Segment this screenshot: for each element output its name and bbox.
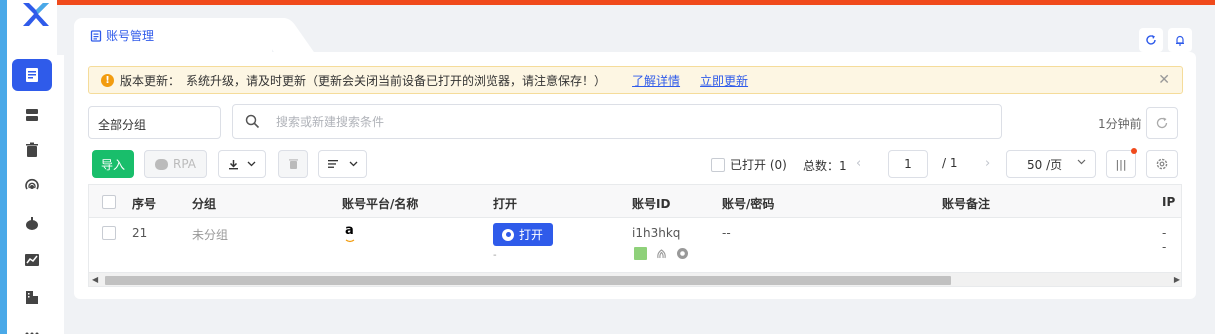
bell-icon[interactable]	[1168, 28, 1192, 52]
warning-icon: !	[101, 73, 114, 87]
refresh-icon	[1156, 117, 1168, 129]
col-header-group[interactable]: 分组	[192, 195, 216, 212]
col-header-credentials[interactable]: 账号/密码	[722, 195, 774, 212]
rpa-button[interactable]: RPA	[144, 150, 207, 178]
refresh-button[interactable]	[1146, 107, 1178, 139]
row-ip-line1: -	[1162, 226, 1167, 240]
search-icon	[245, 114, 260, 129]
nav-server-icon[interactable]	[12, 99, 52, 131]
page-number-input[interactable]: 1	[888, 150, 928, 178]
col-header-ip[interactable]: IP	[1162, 195, 1175, 209]
opened-filter[interactable]: 已打开 (0)	[711, 156, 787, 173]
last-refresh-time: 1分钟前	[1098, 117, 1142, 131]
col-header-index[interactable]: 序号	[132, 195, 156, 212]
scroll-left-icon[interactable]: ◀	[92, 275, 98, 284]
close-icon[interactable]: ✕	[1158, 72, 1170, 88]
amazon-smile-icon	[345, 239, 355, 243]
rpa-label: RPA	[172, 157, 196, 171]
page-total: / 1	[942, 156, 958, 170]
horizontal-scrollbar[interactable]: ◀ ▶	[89, 272, 1181, 286]
page-size-select[interactable]: 50 /页	[1006, 150, 1096, 178]
row-ip-line2: -	[1162, 240, 1167, 254]
tab-label: 账号管理	[106, 29, 155, 43]
import-button[interactable]: 导入	[92, 150, 134, 178]
page-size-label: 50 /页	[1027, 157, 1063, 172]
download-dropdown[interactable]	[218, 150, 266, 178]
document-icon	[90, 29, 102, 42]
columns-icon: |||	[1115, 157, 1127, 171]
nav-robot-icon[interactable]	[12, 207, 52, 239]
tab-account-management[interactable]: 账号管理	[74, 18, 272, 52]
nav-more-icon[interactable]	[12, 316, 52, 334]
total-count: 总数：1	[803, 159, 847, 173]
search-box[interactable]	[232, 104, 1002, 139]
col-header-platform[interactable]: 账号平台/名称	[342, 195, 418, 212]
nav-building-icon[interactable]	[12, 281, 52, 313]
nav-chart-icon[interactable]	[12, 244, 52, 276]
opened-checkbox[interactable]	[711, 157, 725, 172]
open-browser-button[interactable]: 打开	[493, 223, 553, 246]
opened-label: 已打开 (0)	[730, 158, 787, 172]
row-credentials: --	[722, 226, 731, 240]
chevron-right-icon[interactable]: ›	[985, 156, 990, 171]
amazon-icon: a	[345, 223, 354, 238]
learn-more-link[interactable]: 了解详情	[632, 72, 680, 89]
table-row[interactable]: 21 未分组 a 打开 - i1h3hkq -- - -	[89, 218, 1181, 270]
scrollbar-thumb[interactable]	[105, 276, 951, 285]
row-tag-icons	[634, 247, 689, 260]
col-header-note[interactable]: 账号备注	[942, 195, 990, 212]
proxy-icon[interactable]	[676, 247, 689, 260]
open-label: 打开	[519, 228, 544, 242]
robot-icon	[154, 158, 168, 170]
reload-icon[interactable]	[1139, 28, 1163, 52]
update-notice: ! 版本更新： 系统升级，请及时更新（更新会关闭当前设备已打开的浏览器，请注意保…	[88, 66, 1183, 94]
nav-signal-icon[interactable]	[12, 170, 52, 202]
col-header-open[interactable]: 打开	[493, 195, 517, 212]
col-header-account-id[interactable]: 账号ID	[632, 195, 670, 212]
sort-dropdown[interactable]	[318, 150, 367, 178]
row-account-id: i1h3hkq	[632, 226, 681, 240]
sidebar	[0, 0, 64, 334]
notice-prefix: 版本更新：	[120, 73, 181, 88]
chevron-down-icon	[247, 161, 256, 167]
columns-button[interactable]: |||	[1106, 148, 1137, 178]
fingerprint-icon[interactable]	[655, 247, 668, 260]
notice-message: 系统升级，请及时更新（更新会关闭当前设备已打开的浏览器，请注意保存！）	[186, 73, 607, 88]
row-checkbox[interactable]	[102, 226, 116, 240]
settings-button[interactable]	[1146, 150, 1178, 178]
chevron-down-icon	[349, 161, 357, 167]
update-now-link[interactable]: 立即更新	[700, 72, 748, 89]
nav-trash-icon[interactable]	[12, 134, 52, 166]
nav-account-icon[interactable]	[12, 59, 52, 91]
accounts-table: 序号 分组 账号平台/名称 打开 账号ID 账号/密码 账号备注 IP 21 未…	[88, 184, 1182, 287]
app-logo	[23, 3, 49, 26]
row-group: 未分组	[192, 228, 229, 242]
group-select[interactable]: 全部分组	[88, 106, 221, 139]
download-icon	[229, 159, 238, 169]
trash-icon	[288, 159, 298, 169]
tab-strip: 账号管理	[57, 5, 1215, 55]
scroll-right-icon[interactable]: ▶	[1174, 275, 1180, 284]
list-icon	[327, 160, 338, 168]
open-status: -	[493, 250, 497, 261]
notification-dot	[1131, 148, 1137, 154]
main-card: ! 版本更新： 系统升级，请及时更新（更新会关闭当前设备已打开的浏览器，请注意保…	[74, 52, 1196, 299]
delete-button[interactable]	[278, 150, 308, 178]
select-all-checkbox[interactable]	[102, 195, 116, 209]
chevron-down-icon	[1077, 159, 1086, 165]
browser-icon	[502, 228, 514, 241]
gear-icon	[1156, 158, 1168, 170]
cookie-icon[interactable]	[634, 247, 647, 260]
row-index: 21	[132, 226, 148, 240]
table-header: 序号 分组 账号平台/名称 打开 账号ID 账号/密码 账号备注 IP	[89, 185, 1181, 218]
chevron-left-icon[interactable]: ‹	[856, 156, 861, 171]
search-input[interactable]	[276, 114, 876, 129]
